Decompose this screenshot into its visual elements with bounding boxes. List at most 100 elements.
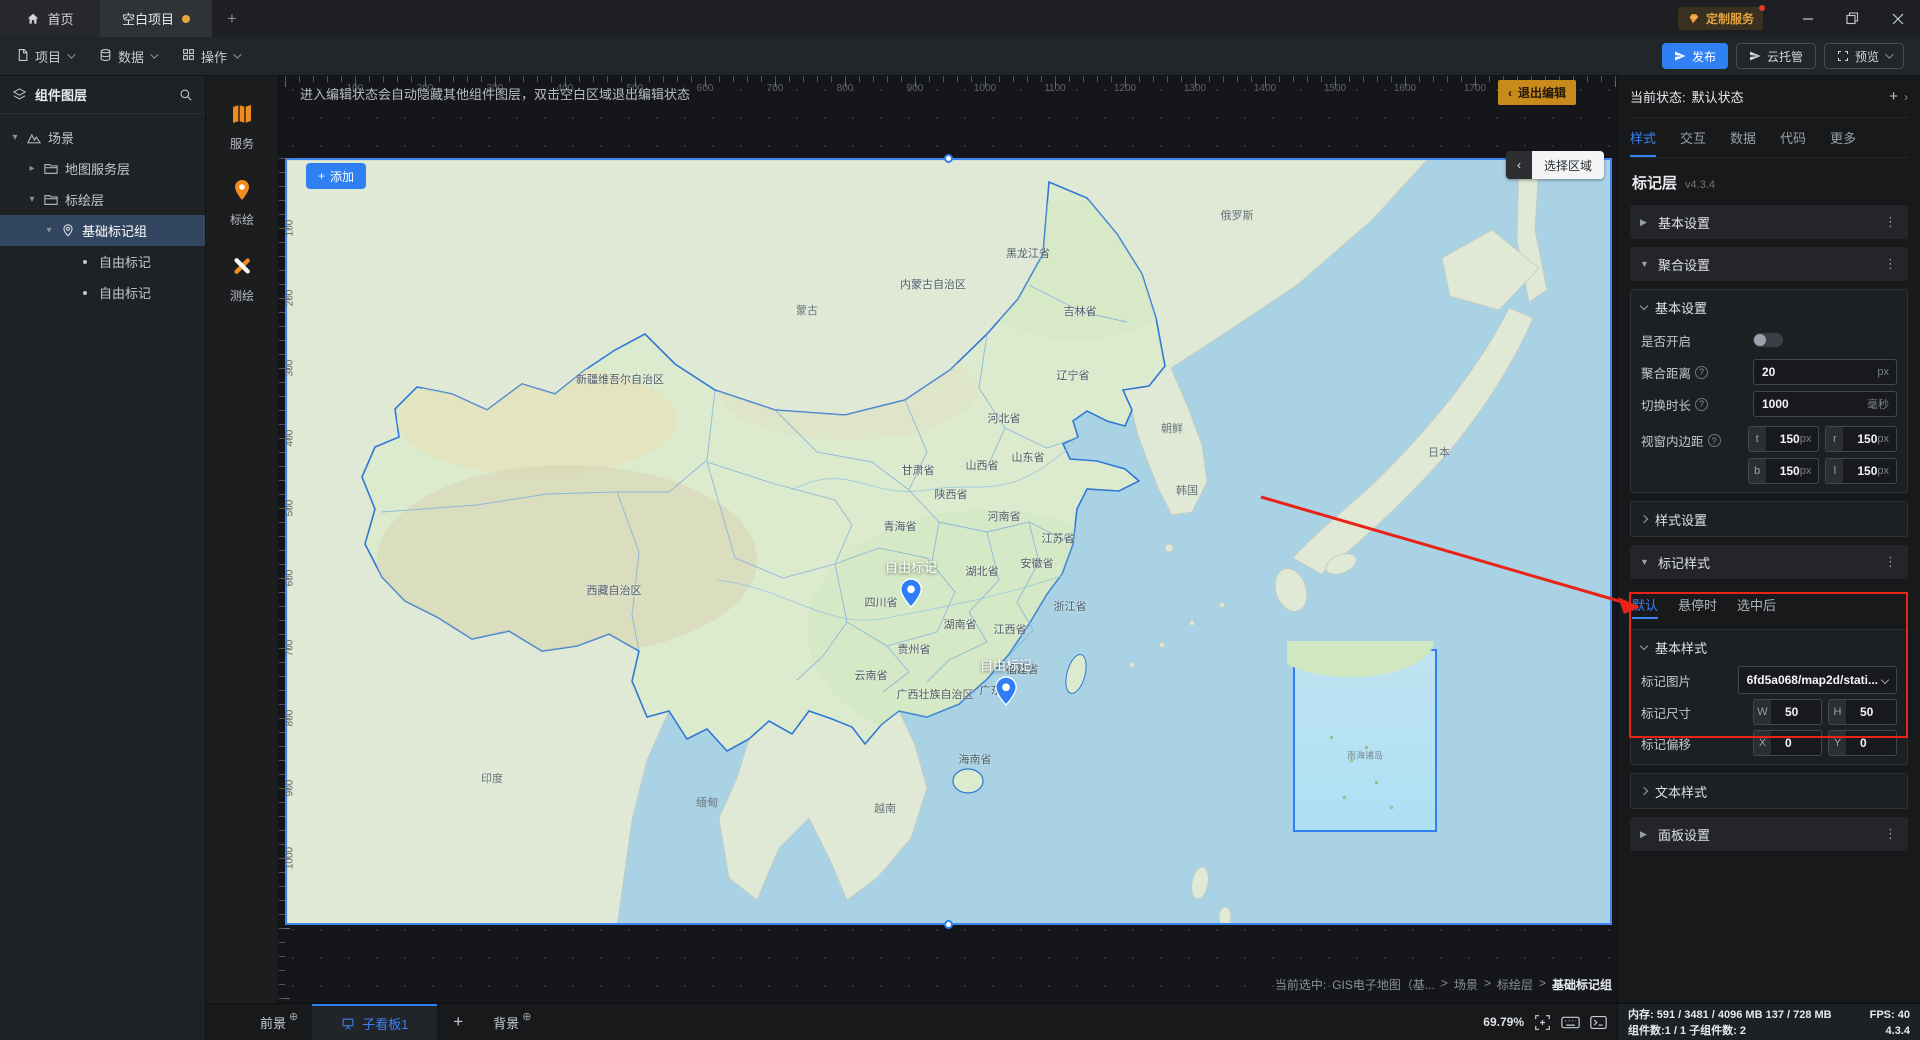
caret-icon[interactable]: ▸: [27, 163, 37, 174]
tree-item-自由标记[interactable]: 自由标记: [0, 277, 205, 308]
minimize-button[interactable]: [1785, 0, 1830, 37]
marker-offset-x-input[interactable]: X0: [1753, 730, 1822, 756]
select-region-button[interactable]: ‹ 选择区域: [1506, 151, 1605, 179]
close-button[interactable]: [1875, 0, 1920, 37]
tree-item-基础标记组[interactable]: ▾ 基础标记组: [0, 215, 205, 246]
tab-more[interactable]: 更多: [1830, 118, 1856, 157]
inset-coast: [1287, 641, 1447, 683]
foreground-button[interactable]: 前景 ⊕: [246, 1011, 312, 1032]
ruler-tick-label: 600: [696, 83, 714, 94]
tab-default[interactable]: 默认: [1632, 595, 1659, 619]
tree-item-自由标记[interactable]: 自由标记: [0, 246, 205, 277]
breadcrumb-item[interactable]: 基础标记组: [1552, 976, 1612, 993]
cluster-duration-input[interactable]: 1000 毫秒: [1753, 391, 1897, 417]
tree-item-地图服务层[interactable]: ▸ 地图服务层: [0, 153, 205, 184]
toolbar: 项目 数据 操作 发布 云托管 预览: [0, 37, 1920, 76]
more-dots-icon[interactable]: ⋮: [1884, 826, 1898, 842]
province-label: 青海省: [883, 521, 917, 533]
keyboard-icon[interactable]: [1561, 1015, 1580, 1030]
padding-bottom-input[interactable]: b 150 px: [1747, 458, 1820, 484]
ruler-tick-label: 700: [284, 639, 296, 657]
resize-handle-top[interactable]: [944, 154, 953, 163]
state-value: 默认状态: [1691, 90, 1744, 105]
cloud-host-button[interactable]: 云托管: [1735, 43, 1816, 69]
search-icon[interactable]: [179, 88, 193, 102]
tab-hover[interactable]: 悬停时: [1678, 595, 1717, 619]
chevron-down-icon: [233, 50, 242, 59]
breadcrumb-item[interactable]: 标绘层: [1497, 976, 1533, 993]
caret-icon[interactable]: ▾: [10, 132, 20, 143]
padding-top-input[interactable]: t 150 px: [1747, 426, 1820, 452]
zoom-level[interactable]: 69.79%: [1483, 1015, 1524, 1029]
help-icon[interactable]: ?: [1695, 365, 1709, 379]
marker-offset-y-input[interactable]: Y0: [1828, 730, 1897, 756]
marker-image-select[interactable]: 6fd5a068/map2d/stati...: [1737, 666, 1897, 694]
caret-right-icon: ▶: [1640, 828, 1647, 839]
ruler-tick-label: 600: [284, 569, 296, 587]
preview-button[interactable]: 预览: [1823, 43, 1904, 69]
restore-button[interactable]: [1830, 0, 1875, 37]
chevron-down-icon: [1639, 301, 1649, 310]
breadcrumb-item[interactable]: GIS电子地图（基...: [1332, 976, 1435, 993]
new-tab-button[interactable]: +: [212, 0, 252, 37]
dock-服务[interactable]: 服务: [206, 102, 278, 152]
province-label: 黑龙江省: [1006, 248, 1050, 260]
expand-states-icon[interactable]: ›: [1904, 90, 1908, 104]
status-bar: 内存: 591 / 3481 / 4096 MB 137 / 728 MB FP…: [1617, 1003, 1920, 1040]
menu-项目[interactable]: 项目: [16, 47, 76, 66]
exit-edit-button[interactable]: ‹ 退出编辑: [1498, 80, 1577, 105]
dock-测绘[interactable]: 测绘: [206, 254, 278, 304]
tab-data[interactable]: 数据: [1730, 118, 1756, 157]
project-tab[interactable]: 空白项目: [100, 0, 212, 37]
section-basic-settings[interactable]: ▶ 基本设置 ⋮: [1630, 205, 1908, 239]
help-icon[interactable]: ?: [1695, 397, 1709, 411]
more-dots-icon[interactable]: ⋮: [1884, 214, 1898, 230]
resize-handle-bottom[interactable]: [944, 920, 953, 929]
menu-操作[interactable]: 操作: [182, 47, 242, 66]
section-marker-style[interactable]: ▼ 标记样式 ⋮: [1630, 545, 1908, 579]
more-dots-icon[interactable]: ⋮: [1884, 554, 1898, 570]
text-style-header[interactable]: 文本样式: [1639, 774, 1897, 808]
subboard-tab[interactable]: 子看板1: [312, 1003, 438, 1040]
gis-map[interactable]: 黑龙江省 内蒙古自治区 吉林省 辽宁省 河北省 山西省 山东省 陕西省 河南省 江苏省 安徽省 湖北省…: [285, 158, 1612, 925]
tree-item-标绘层[interactable]: ▾ 标绘层: [0, 184, 205, 215]
section-cluster-settings[interactable]: ▼ 聚合设置 ⋮: [1630, 247, 1908, 281]
cluster-enable-toggle[interactable]: [1753, 333, 1783, 347]
cluster-group-header[interactable]: 基本设置: [1639, 290, 1897, 324]
breadcrumb-item[interactable]: 场景: [1454, 976, 1478, 993]
publish-button[interactable]: 发布: [1661, 43, 1728, 69]
fit-screen-icon[interactable]: [1534, 1014, 1551, 1031]
component-version: v4.3.4: [1685, 179, 1715, 191]
custom-service-badge[interactable]: 定制服务: [1677, 5, 1765, 30]
add-state-icon[interactable]: +: [1889, 88, 1898, 105]
tool-dock: 服务 标绘 测绘: [206, 76, 279, 1003]
map-pin-icon[interactable]: [993, 676, 1019, 711]
dock-标绘[interactable]: 标绘: [206, 178, 278, 228]
console-icon[interactable]: [1590, 1015, 1607, 1030]
padding-left-input[interactable]: l 150 px: [1825, 458, 1897, 484]
layer-tree: ▾ 场景 ▸ 地图服务层 ▾ 标绘层 ▾ 基础标记组 自由标记 自由标记: [0, 114, 205, 308]
tab-code[interactable]: 代码: [1780, 118, 1806, 157]
marker-height-input[interactable]: H 50: [1828, 699, 1897, 725]
marker-width-input[interactable]: W 50: [1753, 699, 1822, 725]
tree-item-场景[interactable]: ▾ 场景: [0, 122, 205, 153]
more-dots-icon[interactable]: ⋮: [1884, 256, 1898, 272]
marker-style-header[interactable]: 基本样式: [1639, 630, 1897, 664]
menu-数据[interactable]: 数据: [99, 47, 159, 66]
style-settings-header[interactable]: 样式设置: [1639, 502, 1897, 536]
add-marker-button[interactable]: + 添加: [306, 163, 367, 189]
caret-icon[interactable]: ▾: [44, 225, 54, 236]
tab-selected[interactable]: 选中后: [1737, 595, 1776, 619]
tab-interaction[interactable]: 交互: [1680, 118, 1706, 157]
tab-style[interactable]: 样式: [1630, 118, 1657, 157]
background-button[interactable]: 背景 ⊕: [479, 1011, 545, 1032]
help-icon[interactable]: ?: [1707, 434, 1721, 447]
map-pin-icon[interactable]: [898, 578, 924, 613]
add-board-button[interactable]: +: [437, 1012, 479, 1032]
padding-right-input[interactable]: r 150 px: [1825, 426, 1897, 452]
ruler-tick-label: 800: [836, 83, 854, 94]
home-tab[interactable]: 首页: [0, 0, 100, 37]
cluster-distance-input[interactable]: 20 px: [1753, 359, 1897, 385]
caret-icon[interactable]: ▾: [27, 194, 37, 205]
section-panel-settings[interactable]: ▶ 面板设置 ⋮: [1630, 817, 1908, 851]
